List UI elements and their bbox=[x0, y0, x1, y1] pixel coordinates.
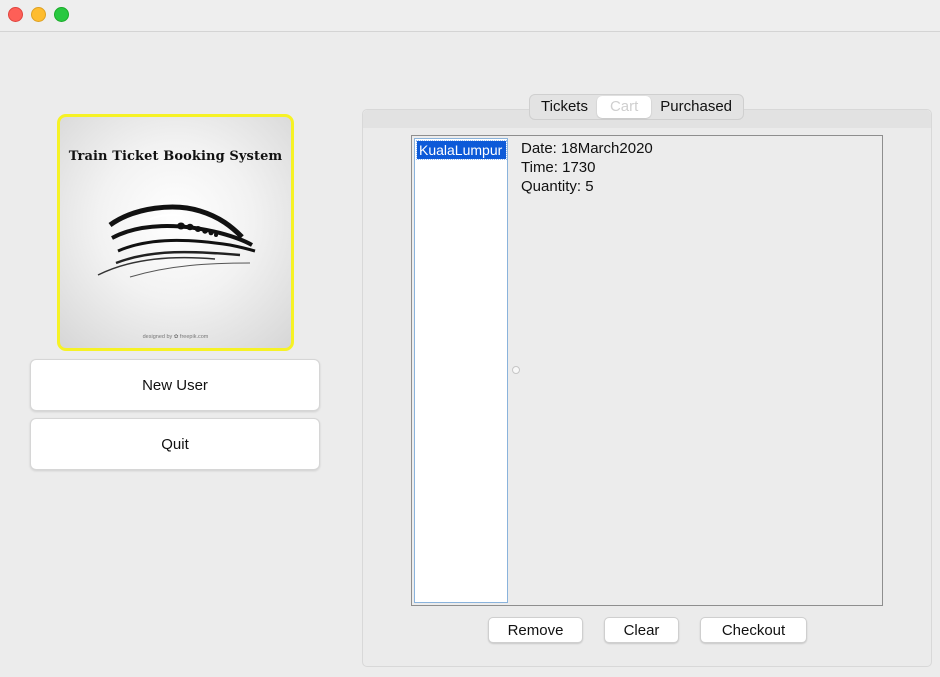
tab-cart[interactable]: Cart bbox=[596, 96, 652, 118]
list-item[interactable]: KualaLumpur bbox=[416, 140, 507, 160]
clear-button[interactable]: Clear bbox=[604, 617, 679, 643]
new-user-button[interactable]: New User bbox=[30, 359, 320, 411]
tab-purchased[interactable]: Purchased bbox=[651, 96, 741, 118]
cart-content: KualaLumpur Date: 18March2020 Time: 1730… bbox=[411, 135, 883, 606]
logo-title: Train Ticket Booking System bbox=[68, 149, 283, 164]
tab-bar: Tickets Cart Purchased bbox=[529, 94, 745, 120]
detail-time: Time: 1730 bbox=[521, 159, 596, 176]
train-icon bbox=[97, 204, 256, 278]
title-bar bbox=[0, 0, 940, 32]
quit-button[interactable]: Quit bbox=[30, 418, 320, 470]
app-logo: Train Ticket Booking System designed by … bbox=[57, 114, 294, 351]
tab-tickets[interactable]: Tickets bbox=[532, 96, 597, 118]
checkout-button[interactable]: Checkout bbox=[700, 617, 807, 643]
remove-button[interactable]: Remove bbox=[488, 617, 583, 643]
detail-quantity: Quantity: 5 bbox=[521, 178, 594, 195]
zoom-window-icon[interactable] bbox=[54, 7, 69, 22]
cart-list[interactable]: KualaLumpur bbox=[414, 138, 508, 603]
ticket-details: Date: 18March2020 Time: 1730 Quantity: 5 bbox=[521, 139, 653, 196]
minimize-window-icon[interactable] bbox=[31, 7, 46, 22]
split-pane-divider[interactable] bbox=[512, 366, 520, 374]
close-window-icon[interactable] bbox=[8, 7, 23, 22]
logo-credit: designed by ✿ freepik.com bbox=[142, 334, 209, 340]
detail-date: Date: 18March2020 bbox=[521, 140, 653, 157]
